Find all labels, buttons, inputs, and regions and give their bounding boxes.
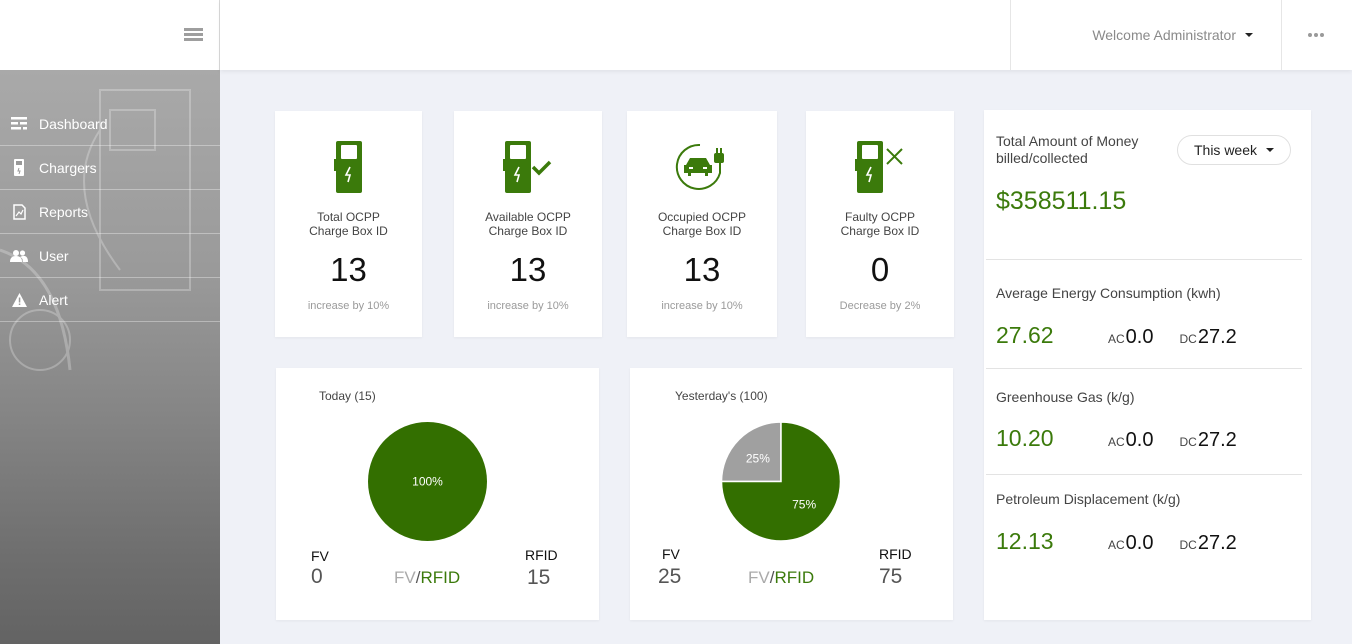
- welcome-text: Welcome Administrator: [1092, 27, 1236, 43]
- dc-label: DC: [1179, 538, 1197, 552]
- stat-label: Occupied OCPP Charge Box ID: [657, 210, 747, 238]
- pie-legend: FV/RFID: [394, 568, 461, 587]
- stat-value: 13: [683, 251, 721, 288]
- charger-icon: [9, 159, 29, 176]
- stat-value: 0: [870, 251, 890, 288]
- dashboard-icon: [9, 116, 29, 132]
- sidebar-item-label: User: [39, 247, 69, 264]
- stat-card-total: Total OCPP Charge Box ID 13 increase by 1…: [275, 111, 422, 337]
- report-icon: [9, 203, 29, 220]
- sidebar-item-label: Dashboard: [39, 115, 108, 132]
- stat-trend: increase by 10%: [487, 300, 569, 312]
- metric-petroleum-values: 12.13 AC 0.0 DC 27.2: [996, 528, 1263, 555]
- rfid-value: 75: [879, 565, 903, 588]
- charger-icon: [275, 139, 422, 195]
- pie-card-yesterday: Yesterday's (100) 25% 75% FV 25 RFID 75 F…: [630, 368, 953, 620]
- warning-icon: [9, 292, 29, 308]
- stat-trend: Decrease by 2%: [839, 300, 921, 312]
- stat-card-faulty: Faulty OCPP Charge Box ID 0 Decrease by 2…: [806, 111, 954, 337]
- caret-down-icon: [1245, 33, 1253, 37]
- fv-value: 25: [658, 565, 682, 588]
- ac-label: AC: [1108, 332, 1125, 346]
- rfid-label: RFID: [879, 546, 912, 562]
- stat-label: Total OCPP Charge Box ID: [309, 210, 388, 238]
- stat-value: 13: [330, 251, 367, 288]
- fv-label: FV: [311, 548, 329, 564]
- metric-petroleum: Petroleum Displacement (k/g): [996, 491, 1302, 508]
- sidebar-nav: Dashboard Chargers Reports User Alert: [0, 102, 220, 322]
- dc-label: DC: [1179, 332, 1197, 346]
- rfid-value: 15: [527, 566, 551, 589]
- pie-legend: FV/RFID: [748, 568, 815, 587]
- dc-value: 27.2: [1197, 532, 1237, 554]
- stat-label: Faulty OCPP Charge Box ID: [840, 210, 920, 238]
- summary-panel: Total Amount of Money billed/collected $3…: [984, 110, 1311, 620]
- charger-x-icon: [806, 139, 954, 195]
- ac-value: 0.0: [1125, 429, 1154, 451]
- hamburger-icon[interactable]: [184, 28, 203, 42]
- dc-value: 27.2: [1197, 326, 1237, 348]
- metric-title: Petroleum Displacement (k/g): [996, 491, 1181, 507]
- stat-value: 13: [509, 251, 547, 288]
- user-menu-dropdown[interactable]: Welcome Administrator: [1010, 0, 1281, 70]
- metric-energy-values: 27.62 AC 0.0 DC 27.2: [996, 322, 1263, 349]
- ac-label: AC: [1108, 435, 1125, 449]
- dc-value: 27.2: [1197, 429, 1237, 451]
- metric-value: 10.20: [996, 425, 1054, 451]
- sidebar-item-chargers[interactable]: Chargers: [0, 146, 220, 190]
- money-value: $358511.15: [996, 187, 1127, 215]
- stat-card-available: Available OCPP Charge Box ID 13 increase …: [454, 111, 602, 337]
- time-range-dropdown[interactable]: This week: [1177, 135, 1291, 165]
- ac-value: 0.0: [1125, 532, 1154, 554]
- top-header: Welcome Administrator: [220, 0, 1352, 70]
- ac-value: 0.0: [1125, 326, 1154, 348]
- sidebar-item-label: Alert: [39, 291, 68, 308]
- ac-label: AC: [1108, 538, 1125, 552]
- sidebar-item-alert[interactable]: Alert: [0, 278, 220, 322]
- charger-check-icon: [454, 139, 602, 195]
- sidebar: Dashboard Chargers Reports User Alert: [0, 70, 220, 644]
- sidebar-item-dashboard[interactable]: Dashboard: [0, 102, 220, 146]
- pie-card-today: Today (15) 100% FV 0 RFID 15 FV/RFID: [276, 368, 599, 620]
- sidebar-item-label: Chargers: [39, 159, 97, 176]
- metric-title: Greenhouse Gas (k/g): [996, 389, 1135, 405]
- stat-label: Available OCPP Charge Box ID: [485, 210, 571, 238]
- metric-energy: Average Energy Consumption (kwh): [996, 285, 1302, 302]
- more-options-button[interactable]: [1281, 0, 1349, 70]
- stat-card-occupied: Occupied OCPP Charge Box ID 13 increase b…: [627, 111, 777, 337]
- stat-trend: increase by 10%: [307, 300, 390, 312]
- caret-down-icon: [1266, 148, 1275, 152]
- car-plug-icon: [627, 139, 777, 195]
- pie-slice-label: 25%: [746, 451, 770, 465]
- users-icon: [9, 248, 29, 264]
- divider: [986, 474, 1302, 475]
- sidebar-item-label: Reports: [39, 203, 89, 220]
- pie-slice-label: 100%: [412, 475, 443, 489]
- ellipsis-icon: [1307, 33, 1312, 37]
- sidebar-item-reports[interactable]: Reports: [0, 190, 220, 234]
- metric-title: Average Energy Consumption (kwh): [996, 285, 1221, 301]
- dc-label: DC: [1179, 435, 1197, 449]
- time-range-value: This week: [1193, 142, 1258, 158]
- fv-value: 0: [311, 565, 323, 588]
- metric-value: 27.62: [996, 322, 1054, 348]
- metric-value: 12.13: [996, 528, 1054, 554]
- divider: [986, 368, 1302, 369]
- pie-slice-label: 75%: [792, 498, 816, 512]
- metric-greenhouse-values: 10.20 AC 0.0 DC 27.2: [996, 425, 1263, 452]
- sidebar-header: [0, 0, 220, 70]
- divider: [986, 259, 1302, 260]
- fv-label: FV: [662, 546, 680, 562]
- rfid-label: RFID: [525, 547, 558, 563]
- sidebar-item-user[interactable]: User: [0, 234, 220, 278]
- stat-trend: increase by 10%: [661, 300, 743, 312]
- metric-greenhouse: Greenhouse Gas (k/g): [996, 389, 1302, 406]
